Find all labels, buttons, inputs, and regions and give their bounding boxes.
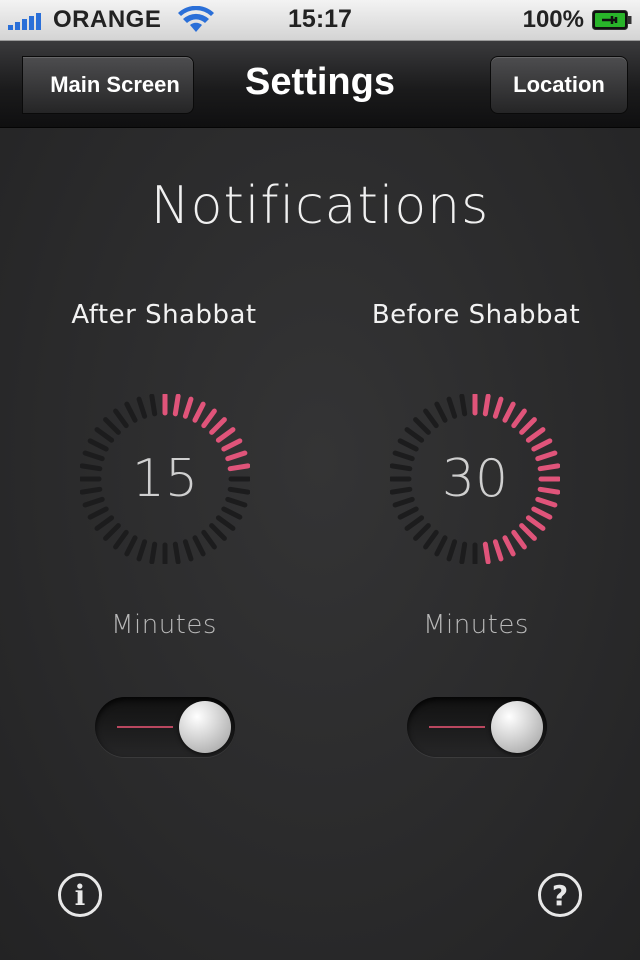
battery-percent: 100%	[522, 6, 584, 33]
after-shabbat-units: Minutes	[111, 610, 217, 640]
toggle-track	[429, 726, 485, 728]
battery-icon	[592, 10, 632, 30]
back-button-label: Main Screen	[50, 72, 180, 97]
after-shabbat-value: 15	[131, 449, 199, 509]
after-shabbat-dial[interactable]: 15	[80, 394, 250, 564]
help-glyph: ?	[551, 878, 569, 912]
section-heading: Notifications	[150, 176, 490, 236]
help-icon[interactable]: ?	[538, 873, 582, 917]
after-shabbat-label: After Shabbat	[71, 300, 257, 330]
before-shabbat-units: Minutes	[423, 610, 529, 640]
toggle-track	[117, 726, 173, 728]
location-button[interactable]: Location	[490, 56, 628, 114]
nav-bar: Main Screen Settings Location	[0, 41, 640, 128]
toggle-knob	[491, 701, 543, 753]
info-glyph: i	[74, 878, 86, 912]
after-shabbat-toggle[interactable]	[95, 697, 235, 757]
notifications-panel: Notifications After Shabbat Before Shabb…	[0, 128, 640, 960]
before-shabbat-label: Before Shabbat	[371, 300, 581, 330]
info-icon[interactable]: i	[58, 873, 102, 917]
before-shabbat-dial[interactable]: 30	[390, 394, 560, 564]
status-bar: ORANGE 15:17 100%	[0, 0, 640, 41]
before-shabbat-value: 30	[441, 449, 509, 509]
before-shabbat-toggle[interactable]	[407, 697, 547, 757]
location-button-label: Location	[513, 72, 605, 97]
toggle-knob	[179, 701, 231, 753]
